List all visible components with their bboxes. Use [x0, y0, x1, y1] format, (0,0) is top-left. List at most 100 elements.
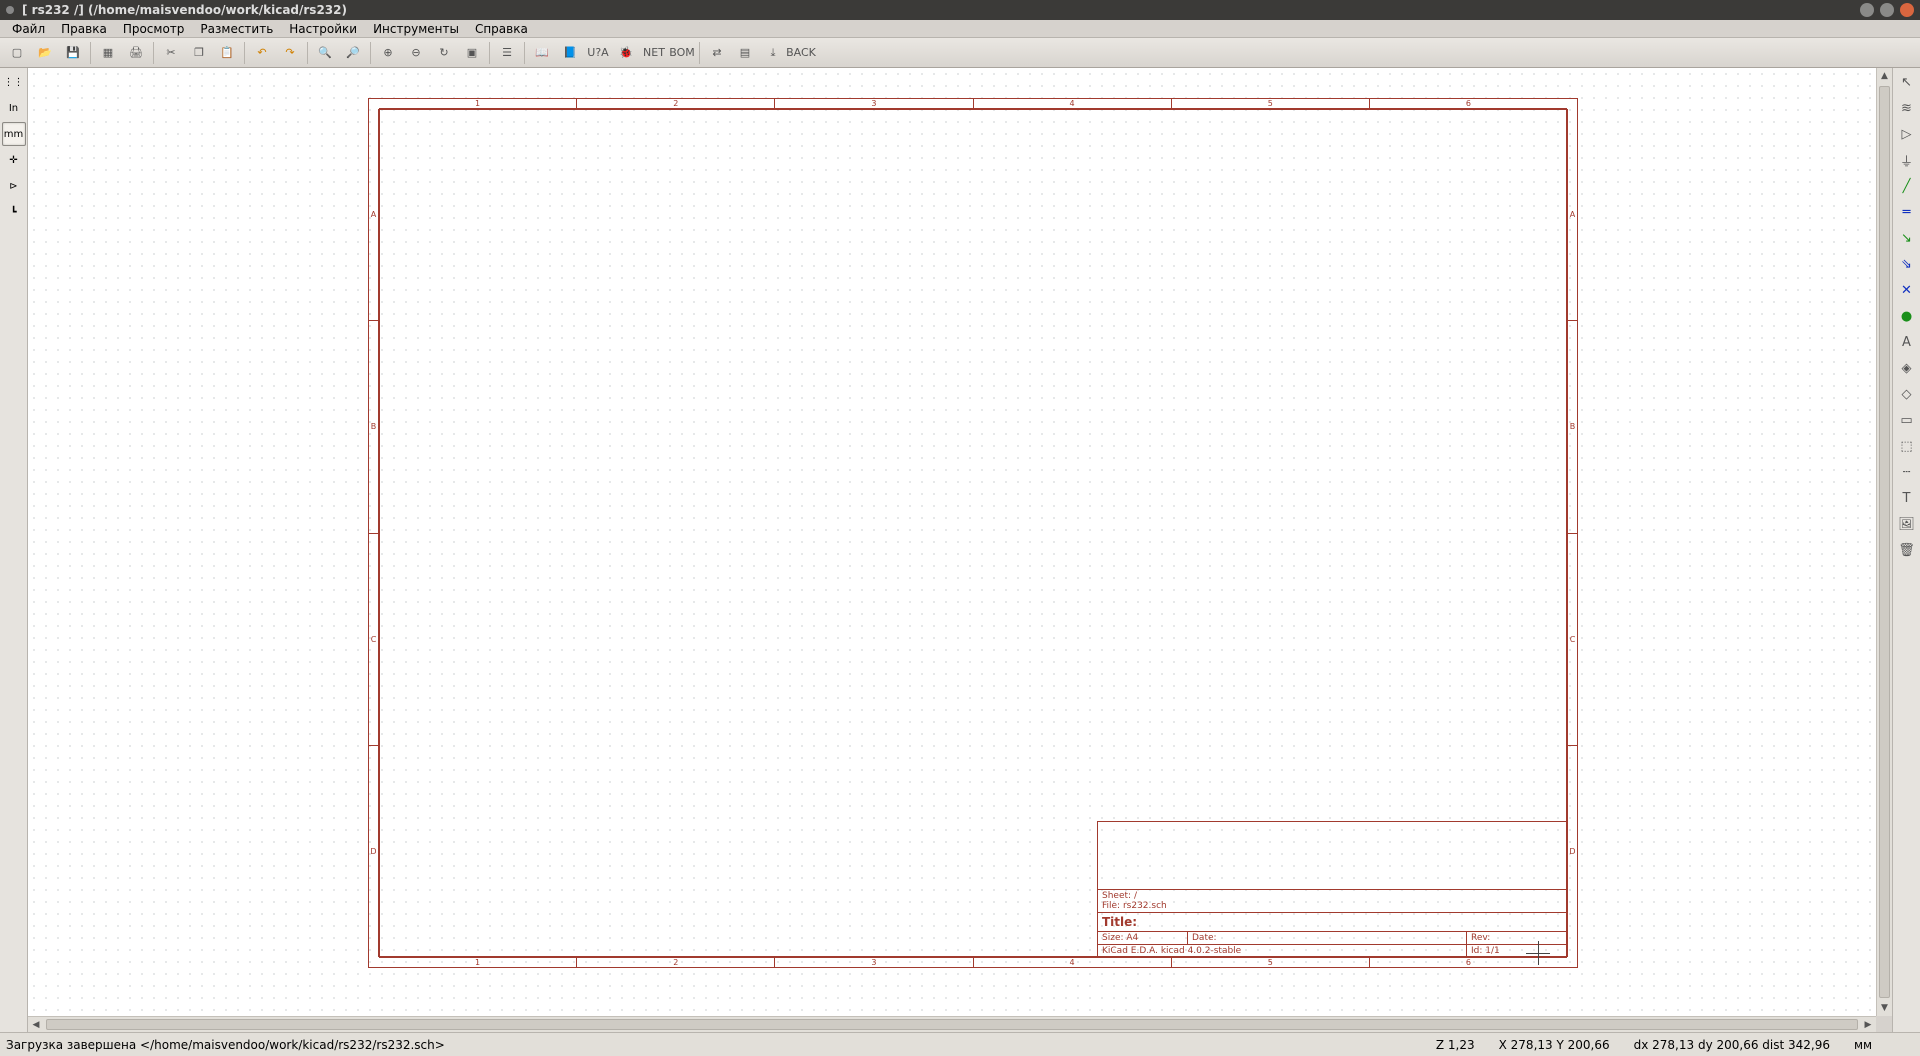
place-power-icon[interactable]: ⏚ — [1895, 148, 1919, 172]
ruler-mark: B — [1568, 321, 1577, 533]
highlight-net-icon[interactable]: ≋ — [1895, 96, 1919, 120]
back-icon[interactable]: BACK — [788, 40, 814, 66]
hidden-pins-icon[interactable]: ⊳ — [2, 174, 26, 198]
import-icon[interactable]: ⤓ — [760, 40, 786, 66]
bom-icon[interactable]: BOM — [669, 40, 695, 66]
redo-icon[interactable]: ↷ — [277, 40, 303, 66]
ruler-mark: 4 — [974, 958, 1172, 967]
library-editor-icon[interactable]: 📘 — [557, 40, 583, 66]
menu-help[interactable]: Справка — [467, 22, 536, 36]
units-mm-icon[interactable]: mm — [2, 122, 26, 146]
tb-rev-label: Rev: — [1471, 933, 1490, 943]
place-bus2bus-icon[interactable]: ⇘ — [1895, 252, 1919, 276]
zoom-out-icon[interactable]: ⊖ — [403, 40, 429, 66]
place-wire-icon[interactable]: ╱ — [1895, 174, 1919, 198]
ruler-mark: D — [369, 746, 378, 957]
ruler-mark: 2 — [577, 958, 775, 967]
undo-icon[interactable]: ↶ — [249, 40, 275, 66]
status-units: мм — [1854, 1038, 1914, 1052]
page-setup-icon[interactable]: ▦ — [95, 40, 121, 66]
place-wire2bus-icon[interactable]: ↘ — [1895, 226, 1919, 250]
menu-file[interactable]: Файл — [4, 22, 53, 36]
app-indicator-icon — [6, 6, 14, 14]
grid-toggle-icon[interactable]: ⋮⋮ — [2, 70, 26, 94]
pcbnew-icon[interactable]: ▤ — [732, 40, 758, 66]
erc-icon[interactable]: 🐞 — [613, 40, 639, 66]
place-hier-sheet-icon[interactable]: ▭ — [1895, 408, 1919, 432]
place-dashed-line-icon[interactable]: ┄ — [1895, 460, 1919, 484]
bus-direction-icon[interactable]: ┗ — [2, 200, 26, 224]
tb-title-label: Title: — [1098, 913, 1567, 931]
annotate-icon[interactable]: U?A — [585, 40, 611, 66]
cursor-shape-icon[interactable]: ✛ — [2, 148, 26, 172]
tb-date-label: Date: — [1192, 933, 1217, 943]
delete-icon[interactable]: 🗑 — [1895, 538, 1919, 562]
find-replace-icon[interactable]: 🔎 — [340, 40, 366, 66]
ruler-mark: 3 — [775, 99, 973, 108]
scrollbar-thumb[interactable] — [1879, 86, 1890, 998]
zoom-in-icon[interactable]: ⊕ — [375, 40, 401, 66]
paste-icon[interactable]: 📋 — [214, 40, 240, 66]
print-icon[interactable]: 🖨 — [123, 40, 149, 66]
menu-preferences[interactable]: Настройки — [281, 22, 365, 36]
maximize-button[interactable] — [1880, 3, 1894, 17]
select-icon[interactable]: ↖ — [1895, 70, 1919, 94]
new-icon[interactable]: ▢ — [4, 40, 30, 66]
copy-icon[interactable]: ❐ — [186, 40, 212, 66]
status-bar: Загрузка завершена </home/maisvendoo/wor… — [0, 1032, 1920, 1056]
window-title: [ rs232 /] (/home/maisvendoo/work/kicad/… — [22, 3, 347, 17]
scroll-right-icon[interactable]: ▶ — [1860, 1017, 1876, 1032]
ruler-top: 1 2 3 4 5 6 — [379, 99, 1567, 109]
units-inches-icon[interactable]: In — [2, 96, 26, 120]
scroll-corner — [1876, 1016, 1892, 1032]
zoom-redraw-icon[interactable]: ↻ — [431, 40, 457, 66]
scroll-down-icon[interactable]: ▼ — [1877, 1000, 1892, 1016]
hierarchy-icon[interactable]: ☰ — [494, 40, 520, 66]
menu-place[interactable]: Разместить — [192, 22, 281, 36]
place-hier-label-icon[interactable]: ◇ — [1895, 382, 1919, 406]
place-noconnect-icon[interactable]: ✕ — [1895, 278, 1919, 302]
close-button[interactable] — [1900, 3, 1914, 17]
canvas-area[interactable]: 1 2 3 4 5 6 1 2 3 4 5 6 A B — [28, 68, 1892, 1032]
place-text-icon[interactable]: T — [1895, 486, 1919, 510]
ruler-mark: 6 — [1370, 958, 1567, 967]
place-global-label-icon[interactable]: ◈ — [1895, 356, 1919, 380]
menu-view[interactable]: Просмотр — [115, 22, 193, 36]
ruler-mark: 2 — [577, 99, 775, 108]
scroll-left-icon[interactable]: ◀ — [28, 1017, 44, 1032]
library-browser-icon[interactable]: 📖 — [529, 40, 555, 66]
place-bus-icon[interactable]: ═ — [1895, 200, 1919, 224]
menu-edit[interactable]: Правка — [53, 22, 115, 36]
ruler-mark: 3 — [775, 958, 973, 967]
cut-icon[interactable]: ✂ — [158, 40, 184, 66]
ruler-bottom: 1 2 3 4 5 6 — [379, 957, 1567, 967]
scroll-up-icon[interactable]: ▲ — [1877, 68, 1892, 84]
netlist-icon[interactable]: NET — [641, 40, 667, 66]
ruler-mark: B — [369, 321, 378, 533]
tb-file-label: File: — [1102, 901, 1120, 911]
place-image-icon[interactable]: 🖼 — [1895, 512, 1919, 536]
menu-bar: Файл Правка Просмотр Разместить Настройк… — [0, 20, 1920, 38]
horizontal-scrollbar[interactable]: ◀ ▶ — [28, 1016, 1876, 1032]
title-block: Sheet: / File: rs232.sch Title: Size: A4 — [1097, 821, 1567, 957]
scrollbar-thumb[interactable] — [46, 1019, 1858, 1030]
minimize-button[interactable] — [1860, 3, 1874, 17]
place-junction-icon[interactable]: ● — [1895, 304, 1919, 328]
status-delta: dx 278,13 dy 200,66 dist 342,96 — [1634, 1038, 1830, 1052]
menu-tools[interactable]: Инструменты — [365, 22, 467, 36]
status-coords: X 278,13 Y 200,66 — [1499, 1038, 1610, 1052]
find-icon[interactable]: 🔍 — [312, 40, 338, 66]
open-icon[interactable]: 📂 — [32, 40, 58, 66]
save-icon[interactable]: 💾 — [60, 40, 86, 66]
place-net-label-icon[interactable]: A — [1895, 330, 1919, 354]
tb-id-label: Id: — [1471, 946, 1482, 956]
ruler-mark: D — [1568, 746, 1577, 957]
import-hier-label-icon[interactable]: ⬚ — [1895, 434, 1919, 458]
zoom-fit-icon[interactable]: ▣ — [459, 40, 485, 66]
ruler-mark: C — [369, 534, 378, 746]
tb-file-value: rs232.sch — [1123, 901, 1167, 911]
place-component-icon[interactable]: ▷ — [1895, 122, 1919, 146]
vertical-scrollbar[interactable]: ▲ ▼ — [1876, 68, 1892, 1016]
cvpcb-icon[interactable]: ⇄ — [704, 40, 730, 66]
ruler-mark: 5 — [1172, 958, 1370, 967]
